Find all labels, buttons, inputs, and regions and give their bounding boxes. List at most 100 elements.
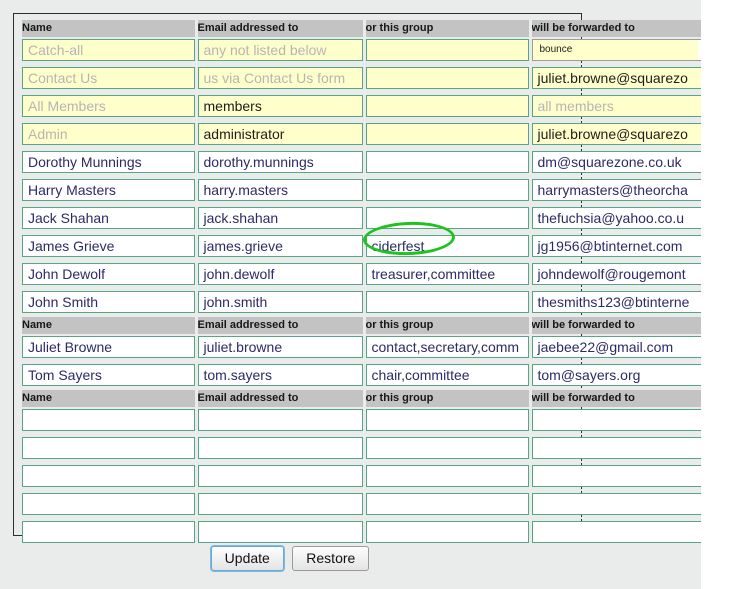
restore-button[interactable]: Restore xyxy=(292,546,370,571)
forward-select[interactable]: bounce xyxy=(531,39,701,61)
name-input[interactable] xyxy=(22,437,195,459)
name-input[interactable]: Admin xyxy=(22,123,195,145)
forward-input[interactable] xyxy=(531,493,701,515)
cell-forward-input xyxy=(530,490,701,519)
group-input[interactable] xyxy=(365,291,529,313)
cell-forward-input: jaebee22@gmail.com xyxy=(530,334,701,362)
email-input[interactable]: tom.sayers xyxy=(197,364,363,386)
group-input[interactable] xyxy=(365,123,529,145)
group-input[interactable] xyxy=(365,521,529,543)
email-input[interactable]: john.dewolf xyxy=(197,263,363,285)
group-input[interactable] xyxy=(365,207,529,229)
table-header-row: Name Email addressed to or this group will … xyxy=(22,389,701,407)
name-input[interactable]: Harry Masters xyxy=(22,179,195,201)
email-input[interactable]: administrator xyxy=(197,123,363,145)
email-input[interactable]: us via Contact Us form xyxy=(197,67,363,89)
name-input[interactable] xyxy=(22,521,195,543)
cell-forward-input: juliet.browne@squarezo xyxy=(530,64,701,93)
name-input[interactable] xyxy=(22,409,195,431)
table-row xyxy=(22,490,701,519)
group-input[interactable] xyxy=(365,39,529,61)
table-header-row: Name Email addressed to or this group will … xyxy=(22,20,701,37)
email-input[interactable]: james.grieve xyxy=(197,235,363,257)
group-input[interactable] xyxy=(365,95,529,117)
forward-input[interactable]: jaebee22@gmail.com xyxy=(531,336,701,358)
cell-forward-input xyxy=(530,462,701,491)
group-input[interactable] xyxy=(365,67,529,89)
name-input[interactable] xyxy=(22,465,195,487)
forward-input[interactable]: juliet.browne@squarezo xyxy=(531,123,701,145)
group-input[interactable]: treasurer,committee xyxy=(365,263,529,285)
forward-input[interactable]: all members xyxy=(531,95,701,117)
column-header-2: or this group xyxy=(364,389,532,407)
forward-input[interactable] xyxy=(531,437,701,459)
forward-input[interactable] xyxy=(531,465,701,487)
cell-name-input: James Grieve xyxy=(22,232,198,261)
cell-name-input xyxy=(22,434,198,463)
forward-input[interactable]: thefuchsia@yahoo.co.u xyxy=(531,207,701,229)
button-bar: Update Restore xyxy=(0,546,580,571)
table-row: Dorothy Munnings dorothy.munnings dm@squar… xyxy=(22,148,701,177)
table-row: Admin administrator juliet.browne@squarezo xyxy=(22,120,701,149)
forward-input[interactable]: dm@squarezone.co.uk xyxy=(531,151,701,173)
forward-input[interactable]: juliet.browne@squarezo xyxy=(531,67,701,89)
name-input[interactable]: Tom Sayers xyxy=(22,364,195,386)
cell-name-input xyxy=(22,462,198,491)
cell-group-input xyxy=(364,92,532,121)
name-input[interactable]: Jack Shahan xyxy=(22,207,195,229)
forward-input[interactable]: jg1956@btinternet.com xyxy=(531,235,701,257)
group-input[interactable] xyxy=(365,409,529,431)
column-header-3: will be forwarded to xyxy=(530,20,701,37)
group-input[interactable] xyxy=(365,179,529,201)
email-input[interactable]: any not listed below xyxy=(197,39,363,61)
name-input[interactable]: James Grieve xyxy=(22,235,195,257)
name-input[interactable]: Contact Us xyxy=(22,67,195,89)
email-input[interactable]: dorothy.munnings xyxy=(197,151,363,173)
cell-name-input: Admin xyxy=(22,120,198,149)
email-input[interactable]: jack.shahan xyxy=(197,207,363,229)
group-input[interactable] xyxy=(365,151,529,173)
update-button[interactable]: Update xyxy=(210,546,284,571)
cell-group-input xyxy=(364,37,532,65)
column-header-2: or this group xyxy=(364,20,532,37)
name-input[interactable] xyxy=(22,493,195,515)
email-input[interactable]: members xyxy=(197,95,363,117)
group-input[interactable]: chair,committee xyxy=(365,364,529,386)
name-input[interactable]: Dorothy Munnings xyxy=(22,151,195,173)
group-input[interactable]: contact,secretary,comm xyxy=(365,336,529,358)
forward-input[interactable]: johndewolf@rougemont xyxy=(531,263,701,285)
cell-group-input: ciderfest xyxy=(364,232,532,261)
cell-name-input: John Dewolf xyxy=(22,260,198,289)
name-input[interactable]: All Members xyxy=(22,95,195,117)
cell-name-input: Juliet Browne xyxy=(22,334,198,362)
email-input[interactable]: harry.masters xyxy=(197,179,363,201)
email-input[interactable]: juliet.browne xyxy=(197,336,363,358)
cell-email-input: john.dewolf xyxy=(196,260,366,289)
forward-input[interactable] xyxy=(531,409,701,431)
cell-name-input: Harry Masters xyxy=(22,176,198,205)
cell-forward-input: thesmiths123@btinterne xyxy=(530,288,701,317)
group-input[interactable] xyxy=(365,465,529,487)
name-input[interactable]: Juliet Browne xyxy=(22,336,195,358)
group-input[interactable]: ciderfest xyxy=(365,235,529,257)
forward-input[interactable]: harrymasters@theorcha xyxy=(531,179,701,201)
cell-group-input xyxy=(364,518,532,547)
email-input[interactable] xyxy=(197,437,363,459)
email-input[interactable]: john.smith xyxy=(197,291,363,313)
group-input[interactable] xyxy=(365,493,529,515)
email-input[interactable] xyxy=(197,521,363,543)
email-input[interactable] xyxy=(197,493,363,515)
forward-input[interactable]: tom@sayers.org xyxy=(531,364,701,386)
group-input[interactable] xyxy=(365,437,529,459)
cell-forward-input: jg1956@btinternet.com xyxy=(530,232,701,261)
name-input[interactable]: Catch-all xyxy=(22,39,195,61)
cell-group-input xyxy=(364,490,532,519)
name-input[interactable]: John Smith xyxy=(22,291,195,313)
name-input[interactable]: John Dewolf xyxy=(22,263,195,285)
forward-input[interactable]: thesmiths123@btinterne xyxy=(531,291,701,313)
page-surface: Name Email addressed to or this group will … xyxy=(0,0,701,589)
email-input[interactable] xyxy=(197,465,363,487)
forward-input[interactable] xyxy=(531,521,701,543)
email-input[interactable] xyxy=(197,409,363,431)
column-header-3: will be forwarded to xyxy=(530,389,701,407)
